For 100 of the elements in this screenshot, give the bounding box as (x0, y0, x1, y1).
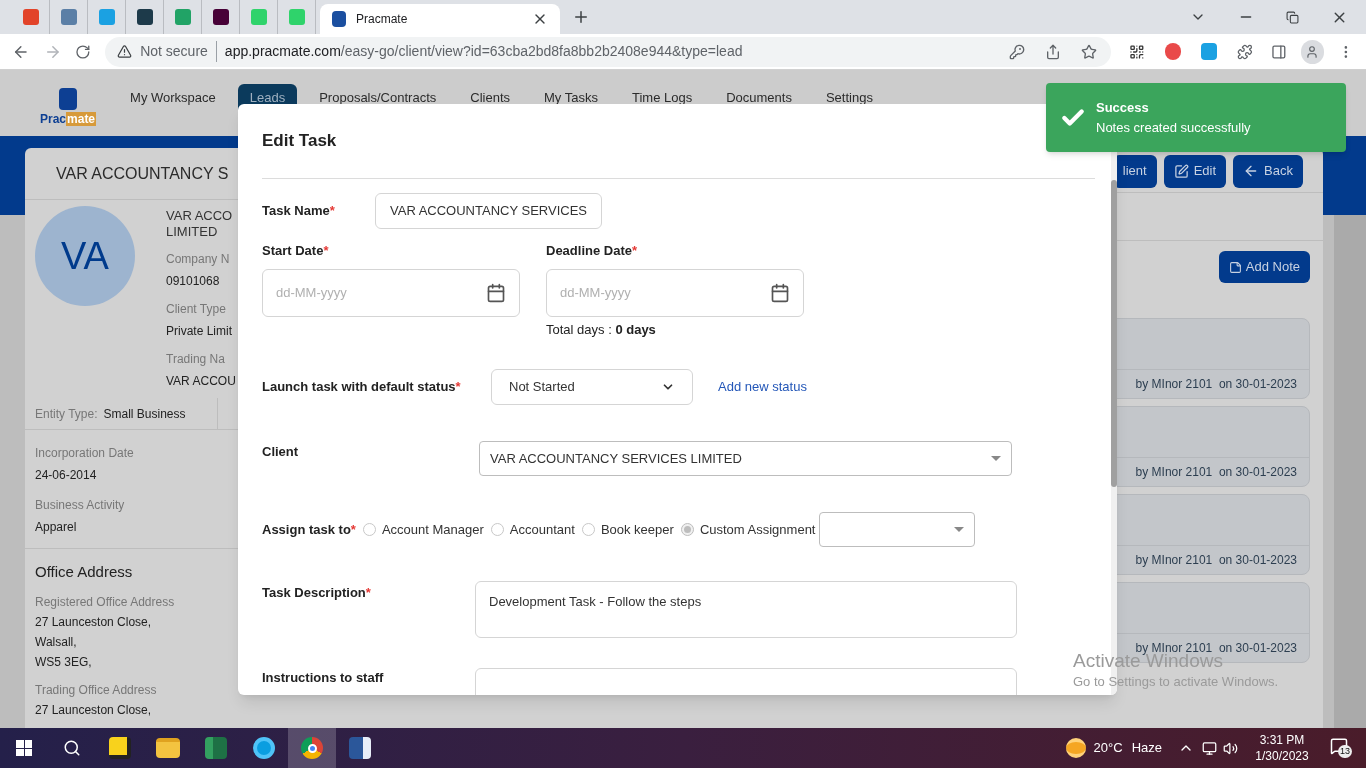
address-line: 27 Launceston Close, (35, 701, 152, 719)
extensions-icon[interactable] (1237, 43, 1253, 60)
field-label: Business Activity (35, 497, 125, 514)
total-days: Total days : 0 days (546, 319, 804, 339)
description-field[interactable]: Development Task - Follow the steps (475, 581, 1017, 638)
address-line: WS5 3EG, (35, 653, 92, 671)
company-name: LIMITED (166, 224, 219, 240)
note-meta: by MInor 2101 on 30-01-2023 (1135, 552, 1297, 569)
dialog-title: Edit Task (262, 130, 337, 153)
action-button[interactable]: Back (1233, 154, 1303, 188)
windows-logo-icon[interactable] (16, 740, 32, 756)
radio-label: Account Manager (381, 520, 484, 539)
folder-icon[interactable] (156, 738, 180, 758)
profile-avatar[interactable] (1300, 39, 1325, 64)
card-title: VAR ACCOUNTANCY S (56, 163, 229, 184)
radio-button[interactable] (490, 523, 504, 536)
warning-icon (117, 44, 133, 59)
field-label: Company N (166, 251, 230, 268)
note-meta: by MInor 2101 on 30-01-2023 (1135, 464, 1297, 481)
note-icon (1228, 260, 1242, 274)
sticky-note-icon[interactable] (109, 737, 131, 759)
company-name: VAR ACCO (166, 208, 234, 224)
calendar-icon[interactable] (770, 282, 790, 303)
extension-icon[interactable] (1164, 43, 1182, 60)
field-value: 09101068 (166, 273, 220, 290)
notifications-icon[interactable] (1330, 737, 1348, 755)
calendar-icon[interactable] (486, 282, 506, 303)
toast-message: Notes created successfully (1096, 118, 1251, 137)
field-label: Deadline Date* (546, 242, 639, 260)
key-icon[interactable] (1008, 43, 1025, 60)
weather-condition: Haze (1131, 739, 1162, 758)
url-text: app.pracmate.com/easy-go/client/view?id=63cba2bd8fa8bb2b2408e944&type=lead (224, 42, 743, 61)
address-line: Walsall, (35, 633, 77, 651)
clock-time: 3:31 PM (1259, 732, 1305, 748)
restore-icon[interactable] (1286, 10, 1299, 24)
scrollbar[interactable] (1334, 215, 1366, 728)
radio-label: Custom Assignment (699, 520, 816, 539)
field-label: Incorporation Date (35, 445, 134, 462)
address-bar[interactable]: Not secure app.pracmate.com/easy-go/client/view?id=63cba2bd8fa8bb2b2408e944&type=lead (105, 36, 1111, 67)
field-value: Apparel (35, 519, 77, 536)
radio-button[interactable] (680, 523, 694, 536)
entity-value: Small Business (103, 405, 186, 423)
field-label: Instructions to staff (262, 669, 385, 687)
edit-icon (1173, 163, 1189, 179)
new-tab-icon[interactable] (572, 8, 590, 26)
scrollbar-thumb[interactable] (1111, 180, 1117, 487)
radio-button[interactable] (362, 523, 376, 536)
logo-text: Pracmate (40, 111, 97, 128)
address-line: 27 Launceston Close, (35, 613, 152, 631)
field-value: Private Limit (166, 323, 233, 340)
volume-icon[interactable] (1223, 740, 1238, 756)
task-name-field[interactable]: VAR ACCOUNTANCY SERVICES (375, 193, 602, 229)
temperature: 20°C (1093, 739, 1123, 758)
action-button[interactable]: Edit (1163, 154, 1227, 188)
field-label: Launch task with default status* (262, 378, 462, 397)
share-icon[interactable] (1044, 43, 1061, 60)
note-meta: by MInor 2101 on 30-01-2023 (1135, 376, 1297, 393)
logo-icon (59, 88, 77, 110)
extension-icon[interactable] (1201, 43, 1218, 60)
search-icon[interactable] (63, 739, 81, 757)
clock-date: 1/30/2023 (1255, 748, 1309, 764)
nav-tab[interactable]: My Workspace (118, 84, 228, 136)
notification-count: 13 (1338, 745, 1352, 758)
field-value: 24-06-2014 (35, 467, 97, 484)
browser-tab[interactable]: Pracmate (320, 4, 560, 34)
star-icon[interactable] (1080, 43, 1097, 60)
field-label: Client (262, 443, 300, 461)
browser-icon[interactable] (301, 737, 323, 759)
radio-label: Accountant (509, 520, 575, 539)
network-icon[interactable] (1202, 740, 1217, 756)
pinned-tab-favicon[interactable] (136, 9, 153, 25)
qr-code-icon[interactable] (1128, 43, 1145, 60)
spreadsheet-icon[interactable] (205, 737, 227, 759)
field-value: VAR ACCOU (166, 373, 236, 390)
weather-icon[interactable] (1065, 738, 1086, 758)
add-note-button[interactable]: Add Note (1218, 251, 1310, 283)
field-label: Start Date* (262, 242, 330, 260)
tab-title: Pracmate (356, 11, 409, 28)
client-select[interactable]: VAR ACCOUNTANCY SERVICES LIMITED (479, 441, 1012, 476)
status-select[interactable]: Not Started (491, 369, 693, 405)
field-label: Task Description* (262, 584, 372, 602)
site-favicon (332, 11, 346, 27)
side-panel-icon[interactable] (1270, 43, 1287, 60)
field-label: Task Name* (262, 202, 336, 221)
document-icon[interactable] (349, 737, 371, 759)
field-label: Assign task to* (262, 520, 356, 539)
reload-icon[interactable] (75, 43, 92, 60)
field-label: Trading Na (166, 351, 225, 368)
radio-button[interactable] (581, 523, 595, 536)
entity-label: Entity Type: (35, 405, 98, 423)
pinned-tab-favicon[interactable] (212, 9, 229, 25)
field-label: Registered Office Address (35, 593, 175, 611)
toast-title: Success (1096, 99, 1150, 117)
avatar: VA (35, 206, 135, 306)
field-label: Client Type (166, 301, 226, 318)
security-label: Not secure (140, 41, 217, 62)
field-label: Trading Office Address (35, 681, 157, 699)
add-status-link[interactable]: Add new status (718, 377, 807, 397)
chat-app-icon[interactable] (253, 737, 275, 759)
section-heading: Office Address (35, 562, 133, 582)
